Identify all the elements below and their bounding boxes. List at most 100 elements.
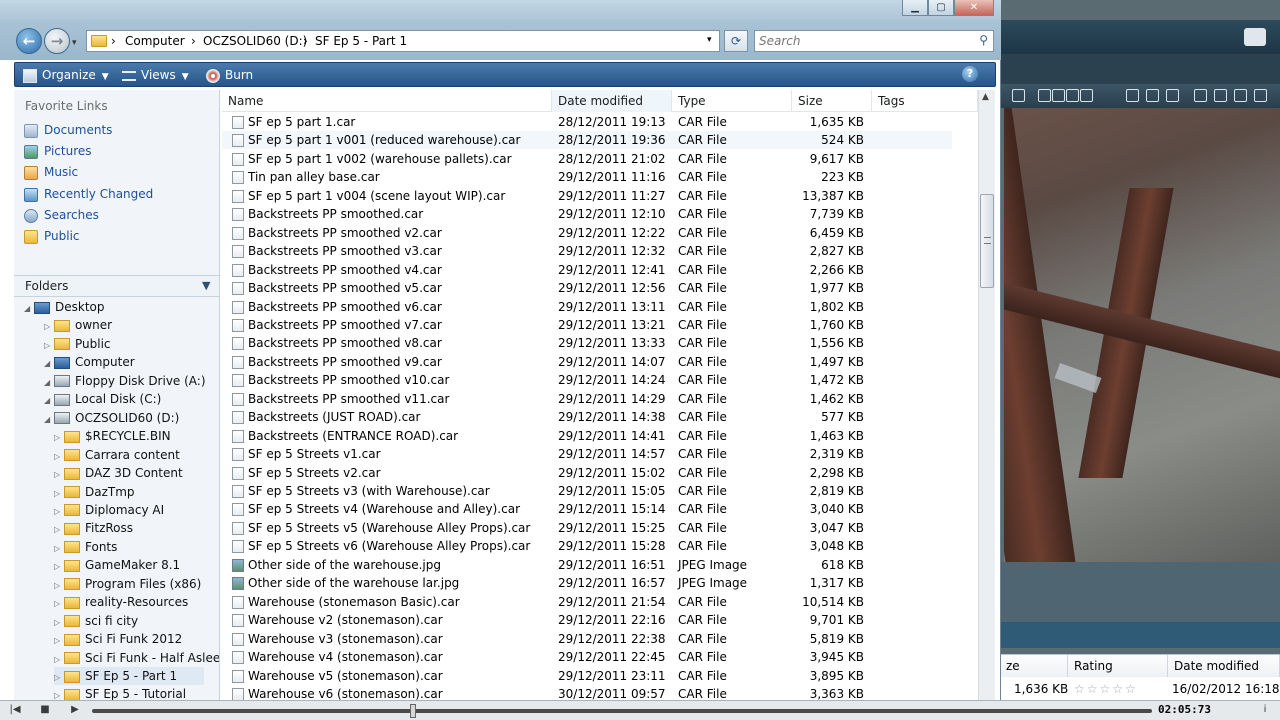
favorite-link-public[interactable]: Public <box>24 227 80 245</box>
previous-icon[interactable]: |◀ <box>8 704 22 716</box>
breadcrumb-computer[interactable]: Computer <box>125 34 185 48</box>
favorite-link-recently-changed[interactable]: Recently Changed <box>24 185 153 203</box>
forward-arrow-icon[interactable]: → <box>44 28 70 54</box>
toolbar-tool-icon[interactable] <box>1012 89 1025 102</box>
toolbar-tool-icon[interactable] <box>1234 89 1247 102</box>
expand-arrow-icon[interactable]: ◢ <box>44 411 54 429</box>
column-header-size[interactable]: Size <box>792 90 872 112</box>
file-row[interactable]: Warehouse v4 (stonemason).car 29/12/2011 … <box>222 648 952 666</box>
column-header-name[interactable]: Name <box>222 90 552 112</box>
tree-node[interactable]: ▷ SF Ep 5 - Part 1 <box>54 667 204 685</box>
minimize-button[interactable]: ▁ <box>902 0 928 16</box>
tree-node[interactable]: ▷ Fonts <box>54 538 117 556</box>
toolbar-tool-icon[interactable] <box>1146 89 1159 102</box>
expand-arrow-icon[interactable]: ▷ <box>54 669 64 687</box>
info-icon[interactable]: i <box>1258 704 1272 716</box>
file-row[interactable]: Tin pan alley base.car 29/12/2011 11:16 CA… <box>222 168 952 186</box>
close-button[interactable]: ✕ <box>954 0 994 16</box>
expand-arrow-icon[interactable]: ▷ <box>44 318 54 336</box>
address-separator[interactable]: › <box>191 34 196 48</box>
file-row[interactable]: Backstreets PP smoothed v6.car 29/12/2011… <box>222 298 952 316</box>
expand-arrow-icon[interactable]: ◢ <box>44 392 54 410</box>
tree-node[interactable]: ▷ sci fi city <box>54 612 138 630</box>
rating-stars-icon[interactable]: ☆☆☆☆☆ <box>1074 679 1138 699</box>
file-row[interactable]: SF ep 5 part 1 v001 (reduced warehouse).… <box>222 131 952 150</box>
tree-node[interactable]: ▷ Sci Fi Funk - Half Asleep <box>54 649 219 669</box>
refresh-icon[interactable]: ⟳ <box>724 30 748 52</box>
file-row[interactable]: Backstreets PP smoothed v3.car 29/12/2011… <box>222 242 952 260</box>
expand-arrow-icon[interactable]: ▷ <box>44 337 54 355</box>
file-row[interactable]: SF ep 5 part 1 v004 (scene layout WIP).c… <box>222 187 952 205</box>
favorite-link-documents[interactable]: Documents <box>24 121 112 139</box>
toolbar-tool-icon[interactable] <box>1194 89 1207 102</box>
expand-arrow-icon[interactable]: ◢ <box>44 374 54 392</box>
tree-node[interactable]: ▷ DazTmp <box>54 483 135 501</box>
file-row[interactable]: Warehouse v6 (stonemason).car 30/12/2011 … <box>222 685 952 700</box>
chevron-down-icon[interactable]: ▼ <box>202 279 210 292</box>
maximize-button[interactable]: ▢ <box>928 0 954 16</box>
address-separator[interactable]: › <box>111 34 116 48</box>
grid-header-size[interactable]: ze <box>1000 655 1068 677</box>
column-header-tags[interactable]: Tags <box>872 90 978 112</box>
seek-bar[interactable] <box>92 704 1152 718</box>
toolbar-tool-icon[interactable] <box>1038 89 1051 102</box>
expand-arrow-icon[interactable]: ▷ <box>54 614 64 632</box>
file-row[interactable]: SF ep 5 Streets v4 (Warehouse and Alley)… <box>222 500 952 518</box>
file-row[interactable]: Backstreets PP smoothed v9.car 29/12/2011… <box>222 353 952 371</box>
file-row[interactable]: SF ep 5 part 1.car 28/12/2011 19:13 CAR Fi… <box>222 113 952 131</box>
toolbar-tool-icon[interactable] <box>1254 89 1267 102</box>
search-icon[interactable]: ⚲ <box>979 33 988 47</box>
grid-header-date-modified[interactable]: Date modified <box>1168 655 1280 677</box>
expand-arrow-icon[interactable]: ◢ <box>44 355 54 373</box>
expand-arrow-icon[interactable]: ▷ <box>54 651 64 669</box>
toolbar-tool-icon[interactable] <box>1052 89 1065 102</box>
expand-arrow-icon[interactable]: ▷ <box>54 429 64 447</box>
file-row[interactable]: SF ep 5 Streets v2.car 29/12/2011 15:02 CA… <box>222 464 952 482</box>
help-icon[interactable]: ? <box>962 66 978 82</box>
file-row[interactable]: Backstreets (JUST ROAD).car 29/12/2011 14… <box>222 408 952 426</box>
file-row[interactable]: Warehouse (stonemason Basic).car 29/12/20… <box>222 593 952 611</box>
expand-arrow-icon[interactable]: ▷ <box>54 485 64 503</box>
tree-node[interactable]: ▷ Diplomacy AI <box>54 501 164 519</box>
file-row[interactable]: Warehouse v3 (stonemason).car 29/12/2011 … <box>222 630 952 648</box>
expand-arrow-icon[interactable]: ▷ <box>54 540 64 558</box>
tree-node[interactable]: ▷ reality-Resources <box>54 593 188 611</box>
tree-node[interactable]: ▷ FitzRoss <box>54 519 133 537</box>
burn-button[interactable]: Burn <box>206 67 253 83</box>
tree-node[interactable]: ◢ OCZSOLID60 (D:) <box>44 409 179 427</box>
file-row[interactable]: Backstreets PP smoothed v4.car 29/12/2011… <box>222 261 952 279</box>
search-input[interactable] <box>759 33 969 49</box>
address-separator[interactable]: › <box>303 34 308 48</box>
expand-arrow-icon[interactable]: ▷ <box>54 521 64 539</box>
breadcrumb-current-folder[interactable]: SF Ep 5 - Part 1 <box>315 34 407 48</box>
file-row[interactable]: SF ep 5 part 1 v002 (warehouse pallets).… <box>222 150 952 168</box>
tree-node[interactable]: ◢ Computer <box>44 353 135 371</box>
scrollbar-thumb[interactable] <box>980 194 994 288</box>
expand-arrow-icon[interactable]: ▷ <box>54 577 64 595</box>
scroll-up-icon[interactable]: ▲ <box>982 92 989 102</box>
tree-node[interactable]: ▷ DAZ 3D Content <box>54 464 183 482</box>
toolbar-tool-icon[interactable] <box>1166 89 1179 102</box>
grid-header-rating[interactable]: Rating <box>1068 655 1168 677</box>
expand-arrow-icon[interactable]: ◢ <box>24 300 34 318</box>
file-row[interactable]: SF ep 5 Streets v6 (Warehouse Alley Prop… <box>222 537 952 555</box>
favorite-link-music[interactable]: Music <box>24 163 78 181</box>
toolbar-tool-icon[interactable] <box>1126 89 1139 102</box>
tree-node[interactable]: ▷ Public <box>44 335 111 353</box>
file-row[interactable]: SF ep 5 Streets v1.car 29/12/2011 14:57 CA… <box>222 445 952 463</box>
recent-pages-dropdown-icon[interactable]: ▾ <box>72 38 77 48</box>
expand-arrow-icon[interactable]: ▷ <box>54 687 64 700</box>
play-icon[interactable]: ▶ <box>68 704 82 716</box>
tree-node[interactable]: ▷ Sci Fi Funk 2012 <box>54 630 182 648</box>
file-row[interactable]: Backstreets (ENTRANCE ROAD).car 29/12/201… <box>222 427 952 445</box>
column-header-date-modified[interactable]: Date modified <box>552 90 672 112</box>
toolbar-tool-icon[interactable] <box>1066 89 1079 102</box>
window-title-bar[interactable]: ▁ ▢ ✕ <box>0 0 1001 22</box>
breadcrumb-drive[interactable]: OCZSOLID60 (D:) <box>203 34 307 48</box>
tree-node[interactable]: ▷ owner <box>44 316 112 334</box>
file-row[interactable]: SF ep 5 Streets v3 (with Warehouse).car 2… <box>222 482 952 500</box>
file-row[interactable]: Backstreets PP smoothed v10.car 29/12/201… <box>222 371 952 389</box>
tree-node[interactable]: ◢ Floppy Disk Drive (A:) <box>44 372 206 390</box>
folders-header[interactable]: Folders ▼ <box>14 275 219 297</box>
tree-node[interactable]: ◢ Local Disk (C:) <box>44 390 161 408</box>
